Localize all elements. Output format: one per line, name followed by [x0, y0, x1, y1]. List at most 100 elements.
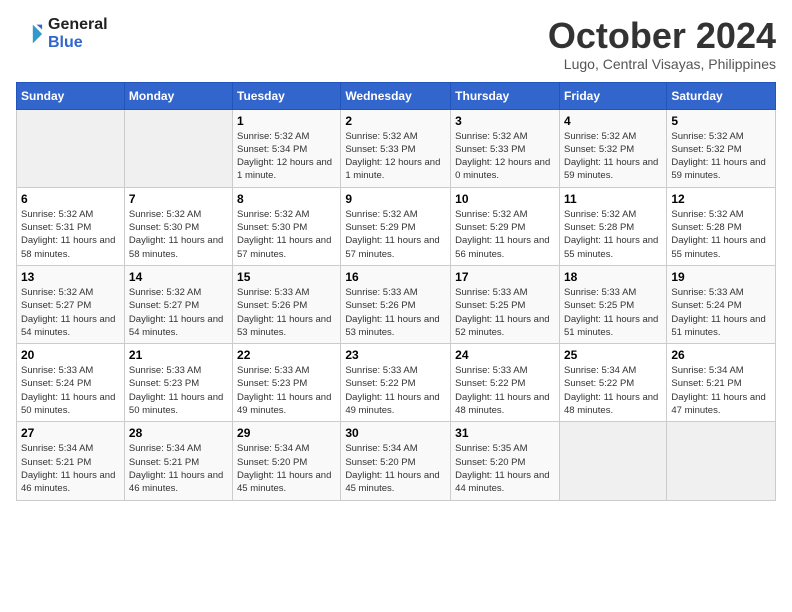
- day-info: Sunrise: 5:32 AM Sunset: 5:34 PM Dayligh…: [237, 130, 336, 183]
- day-info: Sunrise: 5:35 AM Sunset: 5:20 PM Dayligh…: [455, 442, 555, 495]
- calendar-week-5: 27 Sunrise: 5:34 AM Sunset: 5:21 PM Dayli…: [17, 422, 776, 500]
- day-info: Sunrise: 5:33 AM Sunset: 5:25 PM Dayligh…: [455, 286, 555, 339]
- calendar-cell: 10 Sunrise: 5:32 AM Sunset: 5:29 PM Dayli…: [451, 187, 560, 265]
- header-cell-monday: Monday: [124, 82, 232, 109]
- calendar-cell: 20Sunrise: 5:33 AM Sunset: 5:24 PM Dayli…: [17, 344, 125, 422]
- calendar-cell: [667, 422, 776, 500]
- day-number: 1: [237, 114, 336, 128]
- day-number: 28: [129, 426, 228, 440]
- day-info: Sunrise: 5:34 AM Sunset: 5:21 PM Dayligh…: [21, 442, 120, 495]
- calendar-body: 1 Sunrise: 5:32 AM Sunset: 5:34 PM Daylig…: [17, 109, 776, 500]
- calendar-cell: 27 Sunrise: 5:34 AM Sunset: 5:21 PM Dayli…: [17, 422, 125, 500]
- calendar-cell: 7 Sunrise: 5:32 AM Sunset: 5:30 PM Daylig…: [124, 187, 232, 265]
- day-info: Sunrise: 5:32 AM Sunset: 5:33 PM Dayligh…: [455, 130, 555, 183]
- page-header: General Blue October 2024 Lugo, Central …: [16, 16, 776, 72]
- day-number: 29: [237, 426, 336, 440]
- day-number: 25: [564, 348, 662, 362]
- day-info: Sunrise: 5:33 AM Sunset: 5:22 PM Dayligh…: [455, 364, 555, 417]
- calendar-cell: [17, 109, 125, 187]
- calendar-cell: 30 Sunrise: 5:34 AM Sunset: 5:20 PM Dayli…: [341, 422, 451, 500]
- calendar-cell: [559, 422, 666, 500]
- calendar-week-3: 13Sunrise: 5:32 AM Sunset: 5:27 PM Dayli…: [17, 265, 776, 343]
- day-info: Sunrise: 5:33 AM Sunset: 5:24 PM Dayligh…: [21, 364, 120, 417]
- calendar-cell: 13Sunrise: 5:32 AM Sunset: 5:27 PM Dayli…: [17, 265, 125, 343]
- calendar-cell: 12 Sunrise: 5:32 AM Sunset: 5:28 PM Dayli…: [667, 187, 776, 265]
- calendar-cell: 31 Sunrise: 5:35 AM Sunset: 5:20 PM Dayli…: [451, 422, 560, 500]
- calendar-cell: 5Sunrise: 5:32 AM Sunset: 5:32 PM Daylig…: [667, 109, 776, 187]
- calendar-cell: 16Sunrise: 5:33 AM Sunset: 5:26 PM Dayli…: [341, 265, 451, 343]
- calendar-cell: 17 Sunrise: 5:33 AM Sunset: 5:25 PM Dayli…: [451, 265, 560, 343]
- day-info: Sunrise: 5:34 AM Sunset: 5:22 PM Dayligh…: [564, 364, 662, 417]
- calendar-cell: 9 Sunrise: 5:32 AM Sunset: 5:29 PM Daylig…: [341, 187, 451, 265]
- day-info: Sunrise: 5:33 AM Sunset: 5:26 PM Dayligh…: [237, 286, 336, 339]
- calendar-week-4: 20Sunrise: 5:33 AM Sunset: 5:24 PM Dayli…: [17, 344, 776, 422]
- day-number: 27: [21, 426, 120, 440]
- day-info: Sunrise: 5:33 AM Sunset: 5:25 PM Dayligh…: [564, 286, 662, 339]
- calendar-cell: 2Sunrise: 5:32 AM Sunset: 5:33 PM Daylig…: [341, 109, 451, 187]
- day-number: 10: [455, 192, 555, 206]
- day-number: 9: [345, 192, 446, 206]
- day-number: 30: [345, 426, 446, 440]
- day-number: 31: [455, 426, 555, 440]
- day-number: 17: [455, 270, 555, 284]
- header-cell-friday: Friday: [559, 82, 666, 109]
- day-info: Sunrise: 5:32 AM Sunset: 5:29 PM Dayligh…: [345, 208, 446, 261]
- day-number: 3: [455, 114, 555, 128]
- day-number: 6: [21, 192, 120, 206]
- day-number: 8: [237, 192, 336, 206]
- calendar-cell: 25 Sunrise: 5:34 AM Sunset: 5:22 PM Dayli…: [559, 344, 666, 422]
- day-number: 26: [671, 348, 771, 362]
- calendar-cell: [124, 109, 232, 187]
- calendar-cell: 3 Sunrise: 5:32 AM Sunset: 5:33 PM Daylig…: [451, 109, 560, 187]
- calendar-cell: 4Sunrise: 5:32 AM Sunset: 5:32 PM Daylig…: [559, 109, 666, 187]
- title-block: October 2024 Lugo, Central Visayas, Phil…: [548, 16, 776, 72]
- day-number: 21: [129, 348, 228, 362]
- day-number: 16: [345, 270, 446, 284]
- day-info: Sunrise: 5:32 AM Sunset: 5:27 PM Dayligh…: [21, 286, 120, 339]
- day-info: Sunrise: 5:32 AM Sunset: 5:31 PM Dayligh…: [21, 208, 120, 261]
- logo: General Blue: [16, 16, 108, 52]
- header-cell-saturday: Saturday: [667, 82, 776, 109]
- calendar-cell: 28 Sunrise: 5:34 AM Sunset: 5:21 PM Dayli…: [124, 422, 232, 500]
- day-number: 5: [671, 114, 771, 128]
- day-info: Sunrise: 5:32 AM Sunset: 5:29 PM Dayligh…: [455, 208, 555, 261]
- calendar-header-row: SundayMondayTuesdayWednesdayThursdayFrid…: [17, 82, 776, 109]
- day-info: Sunrise: 5:32 AM Sunset: 5:27 PM Dayligh…: [129, 286, 228, 339]
- day-number: 11: [564, 192, 662, 206]
- day-info: Sunrise: 5:32 AM Sunset: 5:33 PM Dayligh…: [345, 130, 446, 183]
- month-title: October 2024: [548, 16, 776, 56]
- day-info: Sunrise: 5:33 AM Sunset: 5:23 PM Dayligh…: [237, 364, 336, 417]
- calendar-cell: 24 Sunrise: 5:33 AM Sunset: 5:22 PM Dayli…: [451, 344, 560, 422]
- calendar-cell: 26 Sunrise: 5:34 AM Sunset: 5:21 PM Dayli…: [667, 344, 776, 422]
- calendar-week-2: 6 Sunrise: 5:32 AM Sunset: 5:31 PM Daylig…: [17, 187, 776, 265]
- day-number: 7: [129, 192, 228, 206]
- day-number: 15: [237, 270, 336, 284]
- header-cell-wednesday: Wednesday: [341, 82, 451, 109]
- day-info: Sunrise: 5:32 AM Sunset: 5:30 PM Dayligh…: [129, 208, 228, 261]
- header-cell-thursday: Thursday: [451, 82, 560, 109]
- calendar-cell: 6 Sunrise: 5:32 AM Sunset: 5:31 PM Daylig…: [17, 187, 125, 265]
- day-info: Sunrise: 5:34 AM Sunset: 5:21 PM Dayligh…: [671, 364, 771, 417]
- day-number: 14: [129, 270, 228, 284]
- calendar-cell: 15 Sunrise: 5:33 AM Sunset: 5:26 PM Dayli…: [233, 265, 341, 343]
- day-number: 12: [671, 192, 771, 206]
- day-info: Sunrise: 5:33 AM Sunset: 5:23 PM Dayligh…: [129, 364, 228, 417]
- day-info: Sunrise: 5:34 AM Sunset: 5:20 PM Dayligh…: [345, 442, 446, 495]
- calendar-cell: 8 Sunrise: 5:32 AM Sunset: 5:30 PM Daylig…: [233, 187, 341, 265]
- calendar-cell: 29Sunrise: 5:34 AM Sunset: 5:20 PM Dayli…: [233, 422, 341, 500]
- day-number: 19: [671, 270, 771, 284]
- day-info: Sunrise: 5:32 AM Sunset: 5:30 PM Dayligh…: [237, 208, 336, 261]
- day-number: 22: [237, 348, 336, 362]
- calendar-cell: 23 Sunrise: 5:33 AM Sunset: 5:22 PM Dayli…: [341, 344, 451, 422]
- day-info: Sunrise: 5:32 AM Sunset: 5:28 PM Dayligh…: [671, 208, 771, 261]
- calendar-table: SundayMondayTuesdayWednesdayThursdayFrid…: [16, 82, 776, 501]
- day-number: 23: [345, 348, 446, 362]
- day-number: 24: [455, 348, 555, 362]
- calendar-cell: 22 Sunrise: 5:33 AM Sunset: 5:23 PM Dayli…: [233, 344, 341, 422]
- day-info: Sunrise: 5:33 AM Sunset: 5:22 PM Dayligh…: [345, 364, 446, 417]
- day-number: 4: [564, 114, 662, 128]
- calendar-cell: 18Sunrise: 5:33 AM Sunset: 5:25 PM Dayli…: [559, 265, 666, 343]
- location: Lugo, Central Visayas, Philippines: [548, 56, 776, 72]
- day-info: Sunrise: 5:34 AM Sunset: 5:21 PM Dayligh…: [129, 442, 228, 495]
- calendar-cell: 11Sunrise: 5:32 AM Sunset: 5:28 PM Dayli…: [559, 187, 666, 265]
